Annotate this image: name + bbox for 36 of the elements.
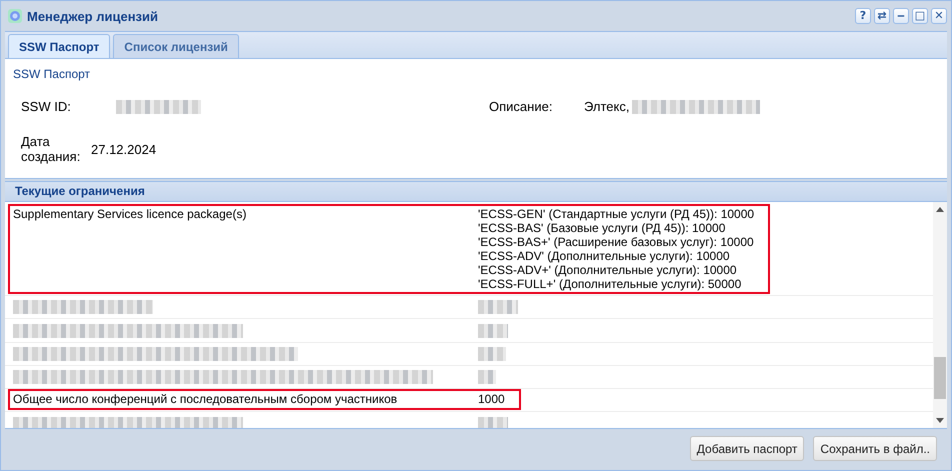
field-label: Дата создания: xyxy=(21,134,82,164)
table-cell-text: Supplementary Services licence package(s) xyxy=(13,207,248,223)
minimize-button[interactable]: ‒ xyxy=(893,8,909,24)
section-heading: SSW Паспорт xyxy=(12,66,92,81)
field-value: 27.12.2024 xyxy=(91,142,156,156)
blurred-text xyxy=(478,324,508,338)
app-icon xyxy=(8,9,22,23)
table-cell-text: 'ECSS-ADV+' (Дополнительные услуги): 10000 xyxy=(478,263,738,277)
help-button[interactable]: ? xyxy=(855,8,871,24)
tab[interactable]: SSW Паспорт xyxy=(8,34,110,58)
maximize-button[interactable]: □ xyxy=(912,8,928,24)
blurred-text xyxy=(478,346,506,361)
table-cell-text: 'ECSS-FULL+' (Дополнительные услуги): 50000 xyxy=(478,277,742,291)
tab[interactable]: Список лицензий xyxy=(113,34,239,58)
scrollbar[interactable] xyxy=(933,202,947,428)
action-button[interactable]: Сохранить в файл.. xyxy=(813,436,937,461)
blurred-text xyxy=(478,416,508,428)
scroll-up-icon[interactable] xyxy=(936,207,944,212)
table-cell-text: 'ECSS-ADV' (Дополнительные услуги): 10000 xyxy=(478,249,731,263)
table-cell: 1000 xyxy=(478,392,505,406)
table-cell: 'ECSS-BAS+' (Расширение базовых услуг): 10000 xyxy=(478,235,754,249)
field-value: Элтекс, xyxy=(584,99,630,114)
table-cell-text: Общее число конференций с последовательным сбором участников xyxy=(13,392,398,408)
scroll-thumb[interactable] xyxy=(934,357,946,399)
close-button[interactable]: ✕ xyxy=(931,8,947,24)
field-label: SSW ID: xyxy=(21,99,72,114)
table-cell-text: 'ECSS-BAS' (Базовые услуги (РД 45)): 10000 xyxy=(478,221,726,235)
refresh-button[interactable]: ⇄ xyxy=(874,8,890,24)
blurred-text xyxy=(478,300,518,314)
table-cell: 'ECSS-GEN' (Стандартные услуги (РД 45)): 10000 xyxy=(478,207,754,221)
window-title: Менеджер лицензий xyxy=(27,8,158,24)
scroll-down-icon[interactable] xyxy=(936,418,944,423)
section-header: Текущие ограничения xyxy=(5,181,947,201)
blurred-text xyxy=(478,370,496,384)
field-label: Описание: xyxy=(489,99,554,114)
action-button[interactable]: Добавить паспорт xyxy=(690,436,804,461)
